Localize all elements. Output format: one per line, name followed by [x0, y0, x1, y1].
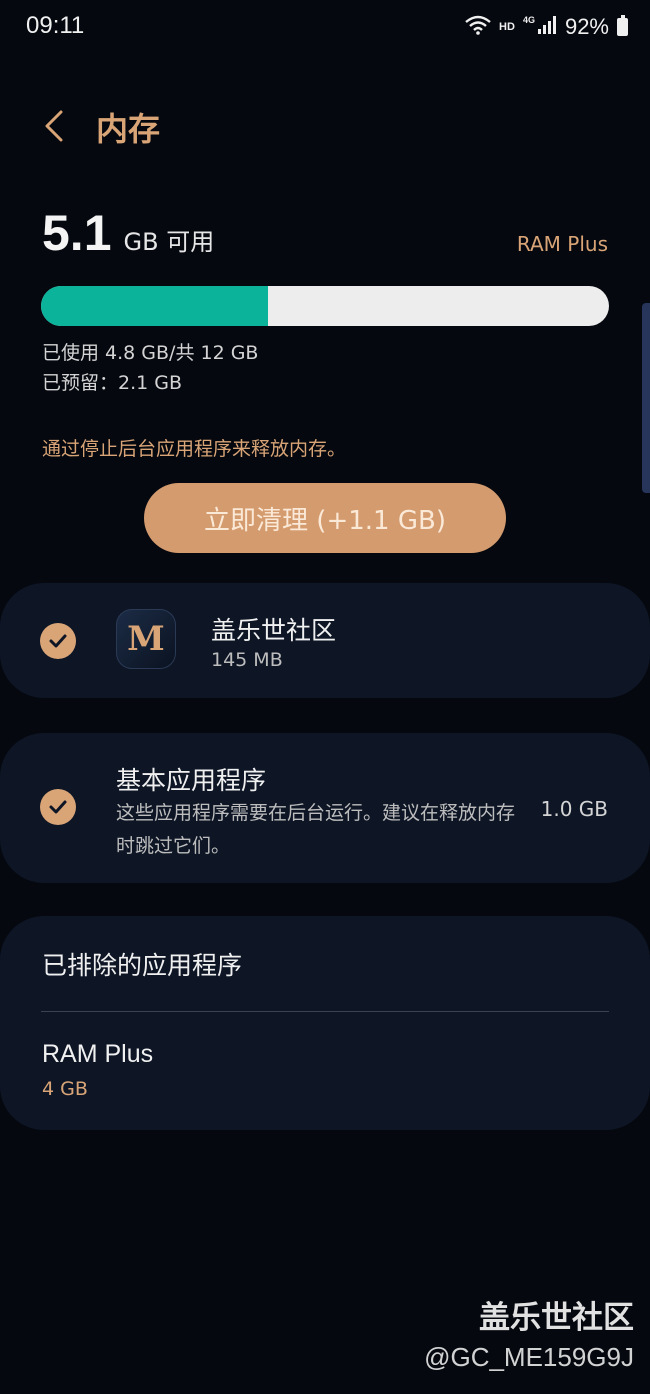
watermark-title: 盖乐世社区 [479, 1300, 634, 1336]
available-memory: 5.1 GB 可用 [42, 204, 214, 262]
page-title: 内存 [96, 110, 161, 148]
memory-usage-bar [41, 286, 609, 326]
network-type-label: 4G [522, 15, 535, 25]
basic-apps-size: 1.0 GB [540, 797, 608, 821]
checkbox-checked-icon[interactable] [40, 789, 76, 825]
basic-apps-description: 这些应用程序需要在后台运行。建议在释放内存时跳过它们。 [116, 802, 516, 857]
scroll-indicator[interactable] [642, 303, 650, 493]
status-icons: HD 4G 92% [465, 12, 628, 42]
clean-now-button[interactable]: 立即清理 (+1.1 GB) [144, 483, 506, 553]
free-memory-hint: 通过停止后台应用程序来释放内存。 [42, 438, 347, 460]
ram-plus-item-name[interactable]: RAM Plus [42, 1040, 153, 1069]
checkbox-checked-icon[interactable] [40, 623, 76, 659]
hd-voice-label: HD [499, 21, 515, 33]
basic-apps-title: 基本应用程序 [116, 766, 267, 795]
battery-icon [617, 15, 628, 36]
available-unit: GB 可用 [123, 228, 215, 256]
signal-icon [537, 15, 557, 40]
memory-usage-fill [41, 286, 269, 326]
available-value: 5.1 [42, 205, 112, 261]
excluded-apps-card: 已排除的应用程序 RAM Plus 4 GB [0, 916, 650, 1130]
basic-apps-card[interactable]: 基本应用程序 这些应用程序需要在后台运行。建议在释放内存时跳过它们。 1.0 G… [0, 733, 650, 883]
battery-percent: 92% [564, 14, 609, 39]
galaxy-members-icon: M [116, 609, 176, 669]
wifi-icon [465, 15, 491, 40]
app-name: 盖乐世社区 [211, 616, 337, 645]
excluded-apps-title[interactable]: 已排除的应用程序 [42, 946, 242, 982]
app-card-galaxy-community[interactable]: M 盖乐世社区 145 MB [0, 583, 650, 698]
status-time: 09:11 [26, 12, 85, 39]
back-button[interactable] [30, 100, 78, 156]
chevron-left-icon [43, 109, 65, 147]
used-memory-text: 已使用 4.8 GB/共 12 GB [42, 342, 259, 364]
ram-plus-link[interactable]: RAM Plus [517, 232, 608, 256]
ram-plus-item-size: 4 GB [42, 1078, 88, 1100]
status-bar: 09:11 HD 4G 92% [0, 0, 650, 56]
page-header: 内存 [0, 96, 650, 160]
watermark-user: @GC_ME159G9J [424, 1342, 634, 1372]
divider [41, 1011, 609, 1012]
reserved-memory-text: 已预留：2.1 GB [42, 372, 183, 394]
app-size: 145 MB [211, 649, 283, 671]
